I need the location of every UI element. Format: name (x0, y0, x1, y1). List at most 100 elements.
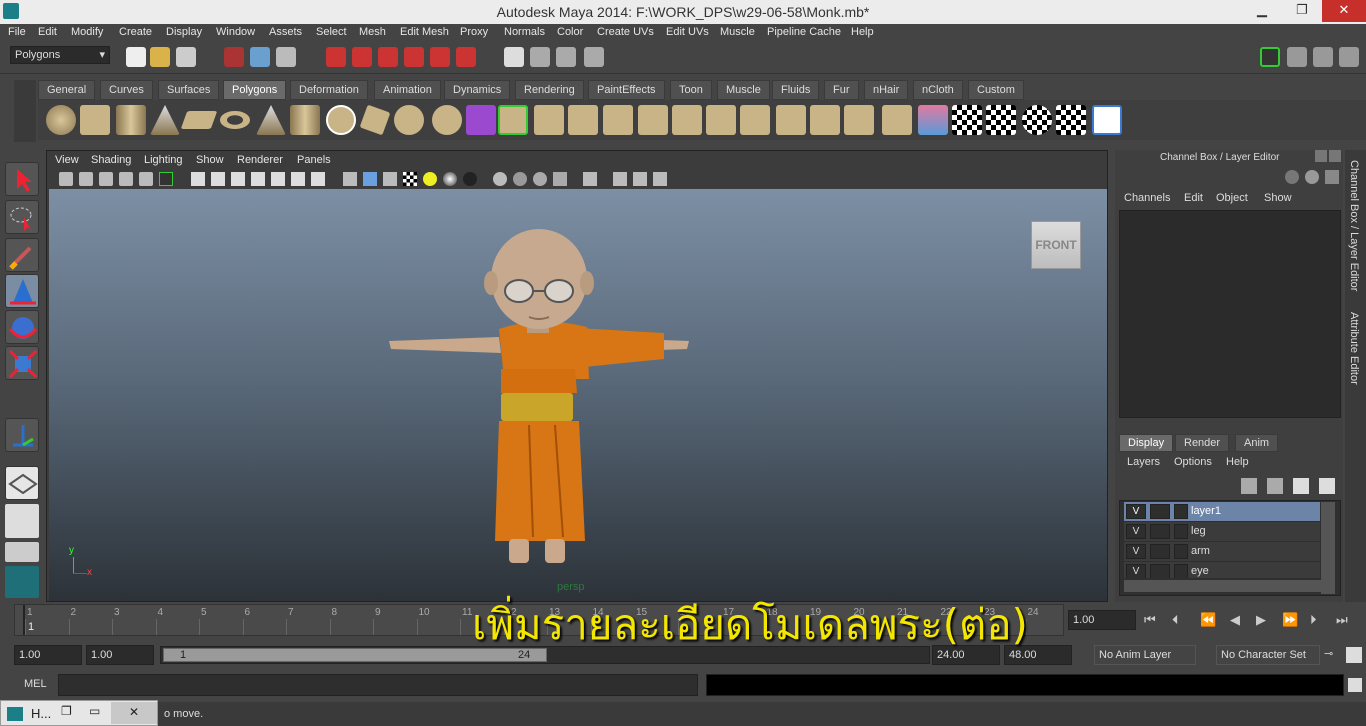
platonic-solids-icon[interactable] (326, 105, 356, 135)
make-live-icon[interactable] (430, 47, 450, 67)
step-forward-frame-icon[interactable]: ⏵ (1310, 612, 1317, 628)
animation-start-field[interactable]: 1.00 (14, 645, 82, 665)
layer-row-eye[interactable]: V eye (1124, 562, 1320, 578)
use-all-lights-icon[interactable] (423, 172, 437, 186)
film-gate-icon[interactable] (159, 172, 173, 186)
select-hierarchy-icon[interactable] (224, 47, 244, 67)
menu-edit-mesh[interactable]: Edit Mesh (400, 26, 449, 38)
play-forwards-icon[interactable]: ▶ (1256, 612, 1266, 628)
textured-icon[interactable] (403, 172, 417, 186)
grease-pencil-icon[interactable] (139, 172, 153, 186)
layer-template-toggle[interactable] (1150, 544, 1170, 559)
playback-start-field[interactable]: 1.00 (86, 645, 154, 665)
auto-key-icon[interactable]: ⊸ (1324, 647, 1333, 660)
layer-color-swatch[interactable] (1174, 564, 1188, 578)
lasso-tool[interactable] (5, 200, 39, 234)
ipr-render-icon[interactable] (556, 47, 576, 67)
new-layer-selected-icon[interactable] (1319, 478, 1335, 494)
select-tool[interactable] (5, 162, 39, 196)
shelf-tab-surfaces[interactable]: Surfaces (158, 80, 220, 100)
pin-icon[interactable] (1325, 170, 1339, 184)
layer-horizontal-scrollbar[interactable] (1124, 580, 1334, 592)
minimized-close-button[interactable]: ✕ (111, 702, 157, 724)
shelf-tab-muscle[interactable]: Muscle (717, 80, 770, 100)
isolate-select-icon[interactable] (553, 172, 567, 186)
shelf-tab-curves[interactable]: Curves (100, 80, 153, 100)
viewport-menu-show[interactable]: Show (196, 154, 224, 166)
transform-mode-icon[interactable] (1285, 170, 1299, 184)
menu-select[interactable]: Select (316, 26, 347, 38)
menu-file[interactable]: File (8, 26, 26, 38)
rotate-tool[interactable] (5, 310, 39, 344)
open-scene-icon[interactable] (150, 47, 170, 67)
safe-action-icon[interactable] (251, 172, 265, 186)
shelf-tab-polygons[interactable]: Polygons (223, 80, 287, 100)
shelf-tab-painteffects[interactable]: PaintEffects (588, 80, 665, 100)
shelf-tab-animation[interactable]: Animation (374, 80, 441, 100)
magnet-icon[interactable] (456, 47, 476, 67)
float-panel-icon[interactable] (1315, 150, 1327, 162)
viewport-menu-lighting[interactable]: Lighting (144, 154, 183, 166)
channel-box-menu-show[interactable]: Show (1264, 192, 1292, 204)
3d-viewport[interactable]: FRONT y x persp (49, 189, 1107, 601)
close-panel-icon[interactable] (1329, 150, 1341, 162)
save-scene-icon[interactable] (176, 47, 196, 67)
shelf-tab-nhair[interactable]: nHair (864, 80, 909, 100)
menu-create-uvs[interactable]: Create UVs (597, 26, 654, 38)
grid-toggle-icon[interactable] (191, 172, 205, 186)
channel-list[interactable] (1119, 210, 1341, 418)
shelf-tab-deformation[interactable]: Deformation (290, 80, 368, 100)
wireframe-icon[interactable] (343, 172, 357, 186)
shelf-tab-toon[interactable]: Toon (670, 80, 712, 100)
viewport-menu-renderer[interactable]: Renderer (237, 154, 283, 166)
append-polygon-icon[interactable] (568, 105, 598, 135)
object-mode-icon[interactable] (1305, 170, 1319, 184)
monk-character-model[interactable] (379, 219, 699, 579)
step-forward-key-icon[interactable]: ⏩ (1282, 612, 1298, 628)
step-back-frame-icon[interactable]: ⏴ (1172, 612, 1179, 628)
go-to-end-icon[interactable]: ⏭ (1336, 612, 1348, 628)
layer-template-toggle[interactable] (1150, 524, 1170, 539)
layer-row-arm[interactable]: V arm (1124, 542, 1320, 561)
anim-layer-dropdown[interactable]: No Anim Layer (1094, 645, 1196, 665)
command-language-label[interactable]: MEL (24, 678, 47, 690)
menu-help[interactable]: Help (851, 26, 874, 38)
current-time-marker[interactable] (23, 605, 25, 635)
smooth-icon[interactable] (432, 105, 462, 135)
layer-row-layer1[interactable]: V layer1 (1124, 502, 1320, 521)
script-editor-icon[interactable] (1348, 678, 1362, 692)
menu-display[interactable]: Display (166, 26, 202, 38)
mirror-geometry-icon[interactable] (466, 105, 496, 135)
backface-culling-icon[interactable] (633, 172, 647, 186)
layer-template-toggle[interactable] (1150, 504, 1170, 519)
character-set-dropdown[interactable]: No Character Set (1216, 645, 1320, 665)
resolution-gate-icon[interactable] (211, 172, 225, 186)
separate-icon[interactable] (394, 105, 424, 135)
last-tool-used[interactable] (5, 466, 39, 500)
poly-pyramid-icon[interactable] (256, 105, 286, 135)
bookmarks-icon[interactable] (99, 172, 113, 186)
menu-normals[interactable]: Normals (504, 26, 545, 38)
wedge-face-icon[interactable] (882, 105, 912, 135)
layer-color-swatch[interactable] (1174, 524, 1188, 539)
merge-icon[interactable] (706, 105, 736, 135)
new-scene-icon[interactable] (126, 47, 146, 67)
go-to-start-icon[interactable]: ⏮ (1144, 612, 1156, 628)
current-time-field[interactable]: 1.00 (1068, 610, 1136, 630)
menu-color[interactable]: Color (557, 26, 583, 38)
layer-visibility-toggle[interactable]: V (1126, 524, 1146, 539)
layer-row-leg[interactable]: V leg (1124, 522, 1320, 541)
command-input[interactable] (58, 674, 698, 696)
side-tab-attribute-editor[interactable]: Attribute Editor (1348, 312, 1360, 385)
side-tab-channel-box[interactable]: Channel Box / Layer Editor (1348, 160, 1360, 291)
menu-muscle[interactable]: Muscle (720, 26, 755, 38)
scale-tool[interactable] (5, 346, 39, 380)
wireframe-on-shaded-icon[interactable] (383, 172, 397, 186)
layer-menu-options[interactable]: Options (1174, 456, 1212, 468)
snap-point-icon[interactable] (378, 47, 398, 67)
layer-tab-render[interactable]: Render (1175, 434, 1230, 452)
viewcube[interactable]: FRONT (1031, 221, 1081, 269)
smooth-shade-icon[interactable] (363, 172, 377, 186)
paint-select-tool[interactable] (5, 238, 39, 272)
restore-button[interactable]: ❐ (1282, 0, 1322, 22)
